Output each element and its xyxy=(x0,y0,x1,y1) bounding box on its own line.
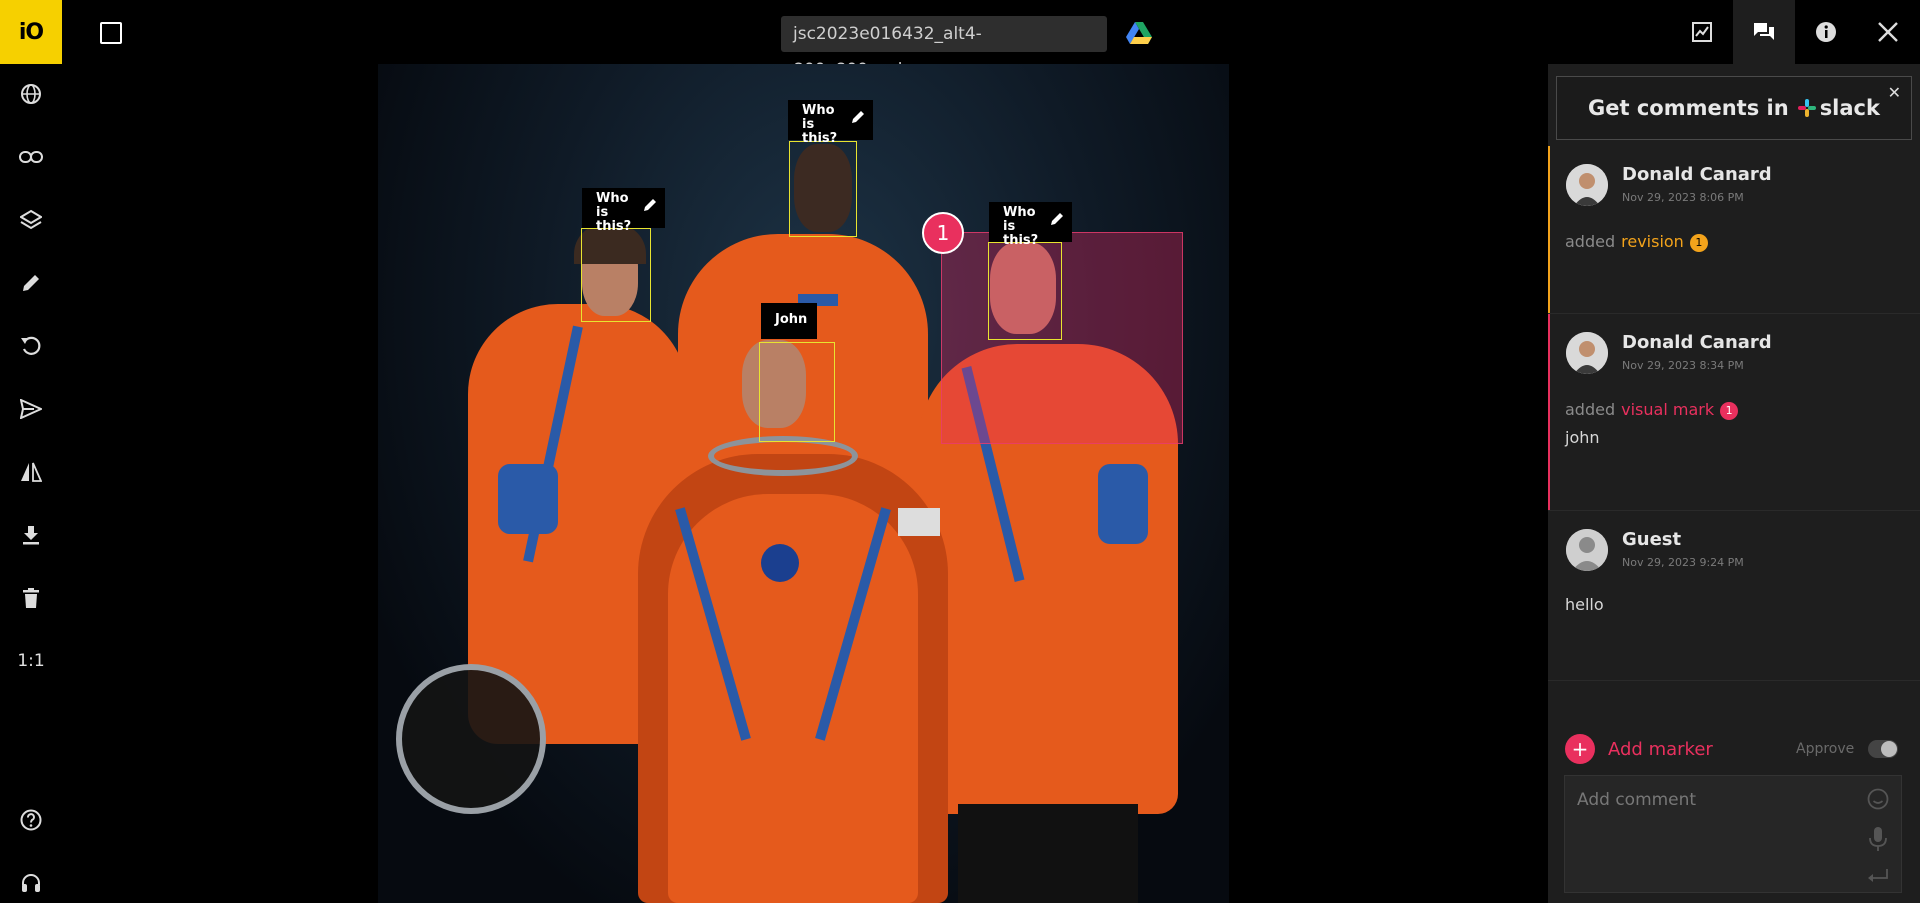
avatar xyxy=(1566,332,1608,374)
top-bar: iO jsc2023e016432_alt4-800x800.webp xyxy=(0,0,1920,80)
emoji-icon[interactable] xyxy=(1867,788,1889,810)
help-icon[interactable] xyxy=(0,800,62,840)
enter-icon[interactable] xyxy=(1867,868,1889,884)
comment-item[interactable]: Guest Nov 29, 2023 9:24 PM hello xyxy=(1548,511,1920,681)
visual-mark-indicator xyxy=(1548,314,1550,510)
comment-text: hello xyxy=(1565,595,1604,614)
add-marker-label: Add marker xyxy=(1608,738,1713,760)
visual-mark-number[interactable]: 1 xyxy=(922,212,964,254)
avatar xyxy=(1566,164,1608,206)
visual-mark-link[interactable]: visual mark xyxy=(1621,400,1714,419)
action-verb: added xyxy=(1565,232,1616,251)
analytics-icon[interactable] xyxy=(1671,0,1733,64)
close-icon[interactable] xyxy=(1857,0,1919,64)
face-box[interactable] xyxy=(759,342,835,442)
visual-mark-badge: 1 xyxy=(1720,402,1739,420)
slack-banner[interactable]: Get comments in slack ✕ xyxy=(1556,76,1912,140)
slack-banner-text: Get comments in xyxy=(1588,96,1789,120)
trash-icon[interactable] xyxy=(0,578,62,618)
face-box[interactable] xyxy=(581,228,651,322)
comment-item[interactable]: Donald Canard Nov 29, 2023 8:06 PM added… xyxy=(1548,146,1920,314)
comment-author: Guest xyxy=(1622,529,1682,550)
plus-icon: + xyxy=(1565,734,1595,764)
visual-mark-region[interactable] xyxy=(941,232,1183,444)
logo-text: iO xyxy=(18,19,44,45)
link-icon[interactable] xyxy=(0,137,62,177)
select-mode-icon[interactable] xyxy=(100,22,122,44)
zoom-ratio-button[interactable]: 1:1 xyxy=(0,641,62,681)
globe-icon[interactable] xyxy=(0,74,62,114)
slack-word: slack xyxy=(1819,96,1880,120)
download-icon[interactable] xyxy=(0,515,62,555)
microphone-icon[interactable] xyxy=(1867,826,1889,852)
layers-icon[interactable] xyxy=(0,200,62,240)
comments-icon[interactable] xyxy=(1733,0,1795,64)
headset-icon[interactable] xyxy=(0,863,62,903)
left-toolbar: 1:1 xyxy=(0,64,62,903)
undo-icon[interactable] xyxy=(0,326,62,366)
revision-badge: 1 xyxy=(1689,234,1708,252)
revision-link[interactable]: revision xyxy=(1621,232,1684,251)
action-verb: added xyxy=(1565,400,1616,419)
face-label-who[interactable]: Who is this? xyxy=(989,202,1072,248)
face-label-who[interactable]: Who is this? xyxy=(788,100,873,146)
comment-item[interactable]: Donald Canard Nov 29, 2023 8:34 PM added… xyxy=(1548,314,1920,511)
label-line: this? xyxy=(1003,233,1039,248)
face-box[interactable] xyxy=(789,141,857,237)
face-box[interactable] xyxy=(988,242,1062,340)
ratio-label: 1:1 xyxy=(17,651,45,671)
label-line: this? xyxy=(596,219,632,234)
face-label-who[interactable]: Who is this? xyxy=(582,188,665,234)
approve-label: Approve xyxy=(1796,741,1855,757)
send-icon[interactable] xyxy=(0,389,62,429)
edit-pencil-icon[interactable] xyxy=(643,198,657,212)
comment-time: Nov 29, 2023 8:06 PM xyxy=(1622,191,1744,204)
comment-action: added visual mark 1 xyxy=(1565,400,1739,420)
flip-icon[interactable] xyxy=(0,452,62,492)
google-drive-icon[interactable] xyxy=(1126,22,1152,46)
revision-indicator xyxy=(1548,146,1550,313)
comment-author: Donald Canard xyxy=(1622,332,1772,353)
edit-pencil-icon[interactable] xyxy=(1050,212,1064,226)
comment-author: Donald Canard xyxy=(1622,164,1772,185)
edit-pencil-icon[interactable] xyxy=(851,110,865,124)
comment-time: Nov 29, 2023 8:34 PM xyxy=(1622,359,1744,372)
add-marker-button[interactable]: + Add marker xyxy=(1565,734,1713,764)
info-icon[interactable] xyxy=(1795,0,1857,64)
comment-time: Nov 29, 2023 9:24 PM xyxy=(1622,556,1744,569)
comment-text: john xyxy=(1565,428,1600,447)
guest-avatar xyxy=(1566,529,1608,571)
slack-icon xyxy=(1797,99,1816,117)
app-logo[interactable]: iO xyxy=(0,0,62,64)
comment-action: added revision 1 xyxy=(1565,232,1708,252)
filename-field[interactable]: jsc2023e016432_alt4-800x800.webp xyxy=(781,16,1107,80)
pencil-icon[interactable] xyxy=(0,263,62,303)
close-banner-icon[interactable]: ✕ xyxy=(1888,83,1901,102)
label-line: this? xyxy=(802,131,838,146)
comments-panel: Get comments in slack ✕ Donald Canard No… xyxy=(1548,64,1920,903)
face-label-john[interactable]: John xyxy=(761,303,817,339)
comment-placeholder: Add comment xyxy=(1577,790,1697,810)
label-line: John xyxy=(775,312,808,327)
approve-toggle[interactable] xyxy=(1868,740,1898,758)
comment-input[interactable]: Add comment xyxy=(1564,775,1902,893)
